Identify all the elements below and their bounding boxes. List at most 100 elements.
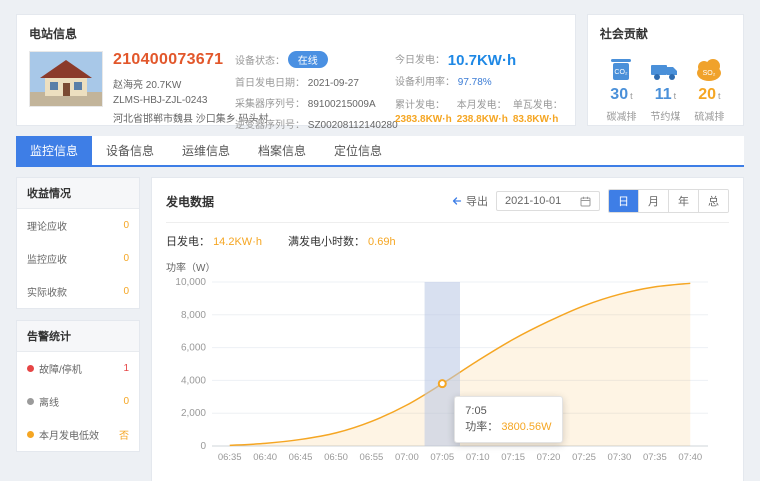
utilization-value: 97.78% <box>458 77 492 88</box>
range-day-button[interactable]: 日 <box>609 190 638 212</box>
first-gen-label: 首日发电日期： <box>235 78 305 89</box>
chart-info-row: 日发电： 14.2KW·h 满发电小时数： 0.69h <box>166 233 729 249</box>
alarm-low-eff-label: 本月发电低效 <box>39 427 99 442</box>
page: 电站信息 210400073671 赵海亮 20.7KW <box>0 0 760 481</box>
month-generation-label: 本月发电： <box>457 96 508 111</box>
svg-text:07:15: 07:15 <box>501 452 525 463</box>
first-gen-row: 首日发电日期： 2021-09-27 <box>235 74 395 89</box>
income-monitored-label: 监控应收 <box>27 251 67 266</box>
utilization-label: 设备利用率： <box>395 77 455 88</box>
range-total-button[interactable]: 总 <box>698 190 728 212</box>
alarm-low-eff-value: 否 <box>119 427 129 442</box>
inverter-row: 逆变器序列号： SZ00208112140280 <box>235 116 395 131</box>
svg-text:07:00: 07:00 <box>395 452 419 463</box>
full-hours-label: 满发电小时数： <box>288 236 365 248</box>
chart-tooltip: 7:05 功率： 3800.56W <box>454 396 562 443</box>
per-watt-generation-value: 83.8KW·h <box>513 114 559 125</box>
coal-saving-item: 11t 节约煤 <box>644 51 687 123</box>
station-info-card: 电站信息 210400073671 赵海亮 20.7KW <box>16 14 576 126</box>
income-actual-value: 0 <box>123 286 129 297</box>
alarm-row-fault: 故障/停机 1 <box>17 352 139 385</box>
utilization-row: 设备利用率： 97.78% <box>395 73 563 88</box>
coal-label: 节约煤 <box>644 108 687 123</box>
date-picker[interactable]: 2021-10-01 <box>496 191 600 211</box>
daily-generation-stat: 日发电： 14.2KW·h <box>166 233 262 249</box>
device-status-label: 设备状态： <box>235 56 285 67</box>
alarm-offline-label-group: 离线 <box>27 394 59 409</box>
today-generation-label: 今日发电： <box>395 55 445 66</box>
offline-dot-icon <box>27 398 34 405</box>
svg-text:4,000: 4,000 <box>181 375 206 386</box>
full-hours-value: 0.69h <box>368 236 396 248</box>
so2-label: 硫减排 <box>688 108 731 123</box>
svg-text:CO₂: CO₂ <box>615 69 629 76</box>
svg-text:2,000: 2,000 <box>181 408 206 419</box>
tab-archive-info[interactable]: 档案信息 <box>244 136 320 165</box>
income-theoretical-label: 理论应收 <box>27 218 67 233</box>
tab-device-info[interactable]: 设备信息 <box>92 136 168 165</box>
total-generation-label: 累计发电： <box>395 96 452 111</box>
income-panel-title: 收益情况 <box>17 178 139 209</box>
svg-text:06:45: 06:45 <box>289 452 313 463</box>
full-hours-stat: 满发电小时数： 0.69h <box>288 233 396 249</box>
today-generation-value: 10.7KW·h <box>448 52 516 69</box>
collector-value: 89100215009A <box>308 99 376 110</box>
so2-reduction-item: SO₂ 20t 硫减排 <box>688 51 731 123</box>
station-code: ZLMS-HBJ-ZJL-0243 <box>113 95 235 106</box>
svg-text:06:40: 06:40 <box>253 452 277 463</box>
collector-label: 采集器序列号： <box>235 99 305 110</box>
tooltip-power-label: 功率： <box>465 421 498 433</box>
tab-operation-info[interactable]: 运维信息 <box>168 136 244 165</box>
co2-value: 30t <box>600 86 643 104</box>
chart-header: 发电数据 导出 2021-10-01 <box>166 189 729 223</box>
tab-monitoring-info[interactable]: 监控信息 <box>16 136 92 165</box>
alarm-panel-title: 告警统计 <box>17 321 139 352</box>
so2-value: 20t <box>688 86 731 104</box>
online-badge: 在线 <box>288 51 328 68</box>
station-address: 河北省邯郸市魏县 沙口集乡 码头村 <box>113 110 235 125</box>
svg-text:07:40: 07:40 <box>678 452 702 463</box>
total-generation-value: 2383.8KW·h <box>395 114 452 125</box>
tooltip-power: 功率： 3800.56W <box>465 419 551 436</box>
collector-row: 采集器序列号： 89100215009A <box>235 95 395 110</box>
svg-text:6,000: 6,000 <box>181 343 206 354</box>
tooltip-time: 7:05 <box>465 403 551 420</box>
generation-data-card: 发电数据 导出 2021-10-01 <box>151 177 744 481</box>
station-body: 210400073671 赵海亮 20.7KW ZLMS-HBJ-ZJL-024… <box>29 51 563 137</box>
alarm-offline-value: 0 <box>123 396 129 407</box>
so2-icon: SO₂ <box>688 51 731 83</box>
svg-text:06:55: 06:55 <box>360 452 384 463</box>
low-efficiency-dot-icon <box>27 431 34 438</box>
svg-text:10,000: 10,000 <box>175 277 206 288</box>
station-card-title: 电站信息 <box>29 25 563 42</box>
svg-text:07:25: 07:25 <box>572 452 596 463</box>
month-generation-value: 238.8KW·h <box>457 114 508 125</box>
station-photo <box>29 51 103 107</box>
tab-location-info[interactable]: 定位信息 <box>320 136 396 165</box>
alarm-panel: 告警统计 故障/停机 1 离线 0 本月发电低效 否 <box>16 320 140 452</box>
alarm-fault-label-group: 故障/停机 <box>27 361 82 376</box>
export-button[interactable]: 导出 <box>450 193 488 209</box>
per-watt-generation-label: 单瓦发电： <box>513 96 563 111</box>
svg-text:07:10: 07:10 <box>466 452 490 463</box>
alarm-fault-label: 故障/停机 <box>39 361 82 376</box>
alarm-offline-label: 离线 <box>39 394 59 409</box>
range-month-button[interactable]: 月 <box>638 190 668 212</box>
generation-summary: 今日发电： 10.7KW·h 设备利用率： 97.78% 累计发电： 2383.… <box>395 51 563 137</box>
svg-text:07:20: 07:20 <box>537 452 561 463</box>
income-monitored-value: 0 <box>123 253 129 264</box>
coal-truck-icon <box>644 51 687 83</box>
total-generation-stat: 累计发电： 2383.8KW·h <box>395 96 452 125</box>
first-gen-value: 2021-09-27 <box>308 78 359 89</box>
top-row: 电站信息 210400073671 赵海亮 20.7KW <box>16 14 744 126</box>
social-contribution-card: 社会贡献 CO₂ 30t 碳减排 <box>587 14 744 126</box>
chart-title: 发电数据 <box>166 193 214 210</box>
co2-icon: CO₂ <box>600 51 643 83</box>
content-row: 收益情况 理论应收 0 监控应收 0 实际收款 0 告警统计 故障/停机 <box>16 177 744 481</box>
sidebar: 收益情况 理论应收 0 监控应收 0 实际收款 0 告警统计 故障/停机 <box>16 177 140 452</box>
range-year-button[interactable]: 年 <box>668 190 698 212</box>
inverter-value: SZ00208112140280 <box>308 120 398 131</box>
month-generation-stat: 本月发电： 238.8KW·h <box>457 96 508 125</box>
power-chart[interactable]: 02,0004,0006,0008,00010,00006:3506:4006:… <box>166 276 729 469</box>
chart-controls: 导出 2021-10-01 日 月 年 <box>450 189 729 213</box>
